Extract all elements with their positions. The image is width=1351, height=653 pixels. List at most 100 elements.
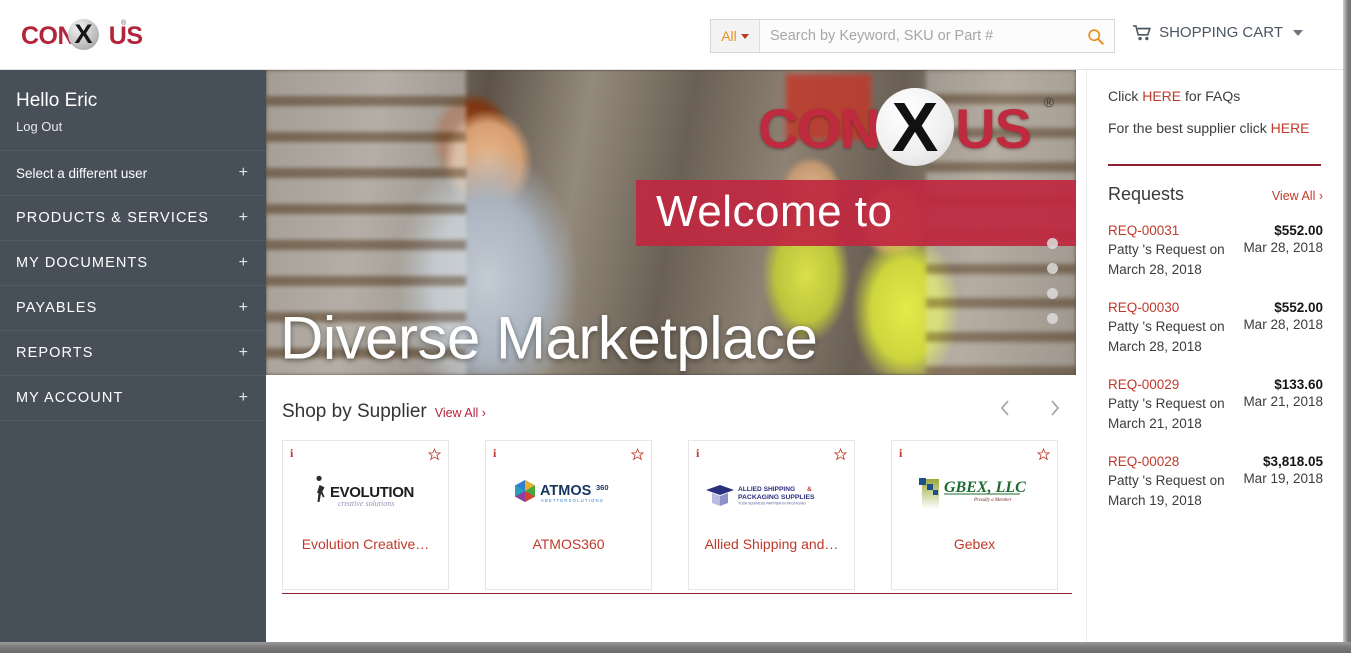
request-list-item[interactable]: REQ-00030 $552.00 Patty 's Request on Ma…	[1108, 300, 1323, 357]
shop-view-all-link[interactable]: View All ›	[435, 406, 486, 420]
sidebar-item-label: PRODUCTS & SERVICES	[16, 210, 210, 226]
star-outline-icon[interactable]	[427, 448, 442, 466]
sidebar-item-payables[interactable]: PAYABLES +	[0, 285, 266, 330]
right-sidebar: Click HERE for FAQs For the best supplie…	[1086, 70, 1343, 642]
evolution-logo-icon: EVOLUTION creative solutions	[315, 475, 414, 508]
supplier-name[interactable]: Gebex	[892, 536, 1057, 552]
supplier-logo: GBEX, LLC Proudly a Member	[892, 469, 1057, 521]
request-date: Mar 19, 2018	[1243, 471, 1323, 486]
svg-text:360: 360	[596, 483, 609, 492]
request-description: Patty 's Request on March 19, 2018	[1108, 473, 1225, 508]
request-id[interactable]: REQ-00029	[1108, 377, 1179, 392]
request-amount: $3,818.05	[1262, 454, 1323, 469]
supplier-logo: ALLIED SHIPPING & PACKAGING SUPPLIES YOU…	[689, 469, 854, 521]
gbex-logo-icon: GBEX, LLC Proudly a Member	[918, 478, 1026, 509]
user-greeting-block: Hello Eric Log Out	[0, 70, 266, 150]
search-button[interactable]	[1076, 20, 1114, 52]
request-list-item[interactable]: REQ-00029 $133.60 Patty 's Request on Ma…	[1108, 377, 1323, 434]
sidebar-item-label: MY DOCUMENTS	[16, 255, 149, 271]
carousel-dots	[1047, 238, 1058, 324]
request-date: Mar 21, 2018	[1243, 394, 1323, 409]
supplier-logo: ATMOS 360 A B E T T E R S O L U T I O N …	[486, 469, 651, 521]
star-outline-icon[interactable]	[833, 448, 848, 466]
request-date: Mar 28, 2018	[1243, 240, 1323, 255]
best-supplier-here-link[interactable]: HERE	[1271, 120, 1310, 136]
shopping-cart-icon	[1133, 24, 1152, 40]
logo-registered-mark: ®	[121, 20, 127, 27]
app-window: CONNXUS X ® All	[0, 0, 1351, 653]
supplier-card[interactable]: i ALLIED SHIPPING & PACKAGING SUPPLIES Y…	[688, 440, 855, 590]
search-input[interactable]	[760, 20, 1076, 52]
window-bottom-edge	[0, 642, 1351, 653]
supplier-card[interactable]: i EVOLUTION creative solutions Evolution…	[282, 440, 449, 590]
window-right-edge	[1343, 0, 1351, 653]
sidebar-item-select-user[interactable]: Select a different user +	[0, 150, 266, 195]
sidebar-item-my-account[interactable]: MY ACCOUNT +	[0, 375, 266, 420]
request-id[interactable]: REQ-00031	[1108, 223, 1179, 238]
sidebar-divider	[0, 420, 266, 421]
info-icon[interactable]: i	[899, 446, 902, 461]
requests-view-all-link[interactable]: View All ›	[1272, 189, 1323, 203]
faq-here-link[interactable]: HERE	[1142, 88, 1181, 104]
svg-text:ATMOS: ATMOS	[540, 483, 592, 499]
carousel-dot[interactable]	[1047, 313, 1058, 324]
carousel-dot[interactable]	[1047, 238, 1058, 249]
plus-icon: +	[238, 389, 248, 406]
supplier-card[interactable]: i ATMOS 360 A B E T T E R S O L U T I O …	[485, 440, 652, 590]
hero-registered-mark: ®	[1043, 94, 1054, 110]
supplier-name[interactable]: ATMOS360	[486, 536, 651, 552]
supplier-carousel-arrows	[999, 399, 1061, 422]
plus-icon: +	[238, 344, 248, 361]
site-logo[interactable]: CONNXUS X ®	[21, 18, 143, 52]
search-bar: All	[710, 19, 1115, 53]
shop-by-supplier-header: Shop by Supplier View All ›	[282, 399, 1086, 423]
info-icon[interactable]: i	[290, 446, 293, 461]
shopping-cart-button[interactable]: SHOPPING CART	[1133, 24, 1303, 41]
request-row-top: REQ-00031 $552.00	[1108, 223, 1323, 238]
info-icon[interactable]: i	[493, 446, 496, 461]
search-scope-dropdown[interactable]: All	[711, 20, 760, 52]
sidebar-item-my-documents[interactable]: MY DOCUMENTS +	[0, 240, 266, 285]
sidebar-item-reports[interactable]: REPORTS +	[0, 330, 266, 375]
best-supplier-line: For the best supplier click HERE	[1108, 120, 1323, 136]
plus-icon: +	[238, 209, 248, 226]
plus-icon: +	[238, 299, 248, 316]
chevron-right-icon[interactable]	[1049, 399, 1061, 422]
svg-text:ALLIED SHIPPING: ALLIED SHIPPING	[738, 486, 795, 493]
shopping-cart-label: SHOPPING CART	[1159, 24, 1283, 41]
hero-carousel[interactable]: CONNXUS X ® Welcome to Diverse Marketpla…	[266, 70, 1076, 375]
supplier-name[interactable]: Allied Shipping and…	[689, 536, 854, 552]
request-list-item[interactable]: REQ-00031 $552.00 Patty 's Request on Ma…	[1108, 223, 1323, 280]
star-outline-icon[interactable]	[1036, 448, 1051, 466]
plus-icon: +	[238, 164, 248, 181]
request-id[interactable]: REQ-00030	[1108, 300, 1179, 315]
hero-brand-logo: CONNXUS X ®	[758, 88, 1058, 166]
request-amount: $552.00	[1274, 300, 1323, 315]
info-icon[interactable]: i	[696, 446, 699, 461]
faq-prefix: Click	[1108, 88, 1143, 104]
request-list-item[interactable]: REQ-00028 $3,818.05 Patty 's Request on …	[1108, 454, 1323, 511]
best-supplier-prefix: For the best supplier click	[1108, 120, 1271, 136]
requests-title: Requests	[1108, 184, 1185, 204]
sidebar-item-products-services[interactable]: PRODUCTS & SERVICES +	[0, 195, 266, 240]
supplier-name[interactable]: Evolution Creative…	[283, 536, 448, 552]
svg-text:A B E T T E R S O L U T I O: A B E T T E R S O L U T I O N S	[541, 498, 603, 503]
faq-suffix: for FAQs	[1181, 88, 1241, 104]
logo-x-letter: X	[74, 19, 93, 49]
request-row-bottom: Patty 's Request on March 21, 2018 Mar 2…	[1108, 394, 1323, 434]
chevron-down-icon	[740, 33, 749, 39]
svg-text:&: &	[807, 486, 812, 493]
star-outline-icon[interactable]	[630, 448, 645, 466]
main-content: CONNXUS X ® Welcome to Diverse Marketpla…	[266, 70, 1086, 642]
chevron-left-icon[interactable]	[999, 399, 1011, 422]
svg-text:GBEX, LLC: GBEX, LLC	[944, 479, 1026, 496]
sidebar-item-label: PAYABLES	[16, 300, 98, 316]
panel-divider	[1108, 164, 1321, 166]
carousel-dot[interactable]	[1047, 288, 1058, 299]
hero-headline: Diverse Marketplace	[280, 304, 818, 372]
request-row-top: REQ-00030 $552.00	[1108, 300, 1323, 315]
request-id[interactable]: REQ-00028	[1108, 454, 1179, 469]
logout-link[interactable]: Log Out	[16, 119, 250, 134]
supplier-card[interactable]: i GBEX, LLC Proudly a Member Gebex	[891, 440, 1058, 590]
carousel-dot[interactable]	[1047, 263, 1058, 274]
